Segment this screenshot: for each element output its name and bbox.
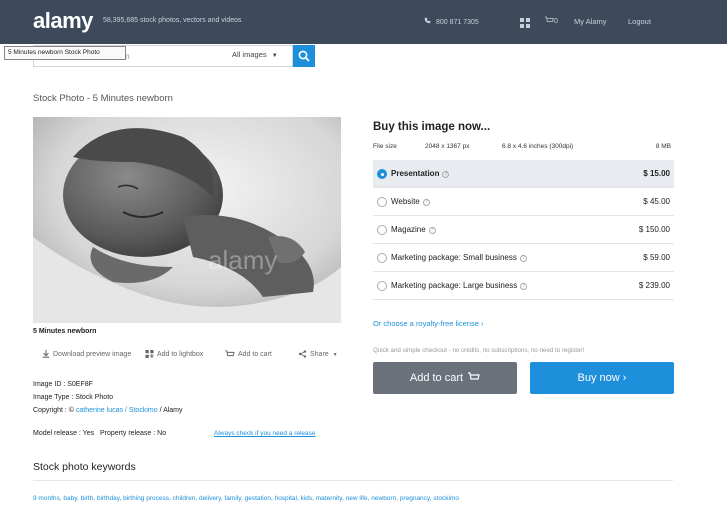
- chevron-down-icon: ▼: [332, 351, 338, 358]
- license-option-magazine[interactable]: Magazine? $ 150.00: [373, 216, 674, 244]
- phone-number-text: 800 871 7305: [436, 19, 479, 26]
- lightbox-icon: [145, 350, 154, 358]
- release-row: Model release : Yes Property release : N…: [33, 430, 166, 437]
- logout-link[interactable]: Logout: [628, 17, 651, 26]
- license-label: Magazine: [391, 225, 426, 234]
- cart-icon: [225, 350, 235, 357]
- share-icon: [298, 350, 307, 358]
- help-icon[interactable]: ?: [520, 283, 528, 290]
- checkout-note: Quick and simple checkout - no credits, …: [373, 347, 585, 354]
- copyright-row: Copyright : © catherine lucas / Stockimo…: [33, 407, 183, 414]
- license-label: Presentation: [391, 169, 440, 178]
- chevron-down-icon: ▼: [271, 53, 278, 59]
- license-price: $ 15.00: [643, 169, 670, 178]
- copyright-author-link[interactable]: catherine lucas / Stockimo: [76, 407, 158, 414]
- header-cart-count: 0: [554, 18, 558, 25]
- image-id-value: S0EF8F: [67, 381, 93, 388]
- stock-photo-preview[interactable]: alamy: [33, 117, 341, 323]
- copyright-suffix: / Alamy: [159, 407, 183, 414]
- file-size-label: File size: [373, 143, 397, 150]
- help-icon[interactable]: ?: [442, 171, 450, 178]
- release-check-link[interactable]: Always check if you need a release: [214, 430, 316, 437]
- search-tooltip: 5 Minutes newborn Stock Photo: [4, 46, 126, 60]
- buy-panel-title: Buy this image now...: [373, 121, 491, 133]
- search-button[interactable]: [293, 45, 315, 67]
- lightbox-grid-icon[interactable]: [520, 15, 530, 28]
- license-label: Website: [391, 197, 420, 206]
- add-to-cart-link[interactable]: Add to cart: [225, 350, 272, 358]
- keywords-divider: [33, 480, 673, 481]
- help-icon[interactable]: ?: [422, 199, 430, 206]
- add-to-lightbox-button[interactable]: Add to lightbox: [145, 350, 203, 358]
- download-preview-label: Download preview image: [53, 350, 132, 358]
- share-button[interactable]: Share ▼: [298, 350, 338, 358]
- license-option-presentation[interactable]: Presentation? $ 15.00: [373, 160, 674, 188]
- add-to-cart-label: Add to cart: [409, 372, 464, 384]
- license-radio[interactable]: [377, 281, 387, 291]
- license-label: Marketing package: Small business: [391, 253, 517, 262]
- copyright-label: Copyright : ©: [33, 407, 74, 414]
- license-label: Marketing package: Large business: [391, 281, 518, 290]
- file-pixels: 2048 x 1367 px: [425, 143, 470, 150]
- image-type-row: Image Type : Stock Photo: [33, 394, 113, 401]
- keywords-list[interactable]: 9 months, baby, birth, birthday, birthin…: [33, 495, 459, 502]
- share-label: Share: [310, 350, 329, 358]
- download-preview-button[interactable]: Download preview image: [42, 350, 131, 358]
- buy-now-button[interactable]: Buy now ›: [530, 362, 674, 394]
- image-type-value: Stock Photo: [75, 394, 114, 401]
- file-size-row: File size 2048 x 1367 px 6.8 x 4.6 inche…: [373, 143, 674, 153]
- photo-caption: 5 Minutes newborn: [33, 328, 97, 335]
- image-type-select[interactable]: All images ▼: [232, 50, 278, 59]
- help-icon[interactable]: ?: [519, 255, 527, 262]
- search-icon: [298, 50, 310, 62]
- alamy-logo[interactable]: alamy: [33, 8, 93, 34]
- license-price: $ 239.00: [638, 281, 670, 290]
- header-cart[interactable]: 0: [545, 16, 558, 25]
- my-alamy-link[interactable]: My Alamy: [574, 17, 607, 26]
- image-type-select-value: All images: [232, 50, 267, 59]
- license-price: $ 45.00: [643, 197, 670, 206]
- license-option-website[interactable]: Website? $ 45.00: [373, 188, 674, 216]
- image-id-row: Image ID : S0EF8F: [33, 381, 93, 388]
- property-release: Property release : No: [99, 430, 167, 437]
- help-icon[interactable]: ?: [428, 227, 436, 234]
- download-icon: [42, 350, 50, 358]
- license-price: $ 59.00: [643, 253, 670, 262]
- license-price: $ 150.00: [638, 225, 670, 234]
- cart-icon: [545, 16, 554, 22]
- royalty-free-license-link[interactable]: Or choose a royalty-free license ›: [373, 319, 483, 328]
- license-option-marketing-large[interactable]: Marketing package: Large business? $ 239…: [373, 272, 674, 300]
- site-tagline: 58,395,685 stock photos, vectors and vid…: [103, 17, 242, 24]
- add-to-cart-button[interactable]: Add to cart: [373, 362, 517, 394]
- model-release: Model release : Yes: [33, 430, 95, 437]
- phone-icon: [424, 17, 432, 26]
- alamy-watermark: alamy: [208, 245, 277, 275]
- image-id-label: Image ID :: [33, 381, 66, 388]
- cart-icon: [468, 372, 480, 380]
- license-radio[interactable]: [377, 225, 387, 235]
- license-radio[interactable]: [377, 253, 387, 263]
- page-title: Stock Photo - 5 Minutes newborn: [33, 93, 173, 104]
- license-radio[interactable]: [377, 169, 387, 179]
- phone-number: 800 871 7305: [424, 17, 479, 26]
- add-to-cart-link-label: Add to cart: [238, 350, 272, 358]
- license-option-marketing-small[interactable]: Marketing package: Small business? $ 59.…: [373, 244, 674, 272]
- add-to-lightbox-label: Add to lightbox: [157, 350, 204, 358]
- image-type-label: Image Type :: [33, 394, 74, 401]
- top-navigation-bar: alamy 58,395,685 stock photos, vectors a…: [0, 0, 727, 44]
- file-inches: 6.8 x 4.6 inches (300dpi): [502, 143, 574, 150]
- file-megabytes: 8 MB: [655, 143, 671, 150]
- license-radio[interactable]: [377, 197, 387, 207]
- keywords-heading: Stock photo keywords: [33, 461, 136, 473]
